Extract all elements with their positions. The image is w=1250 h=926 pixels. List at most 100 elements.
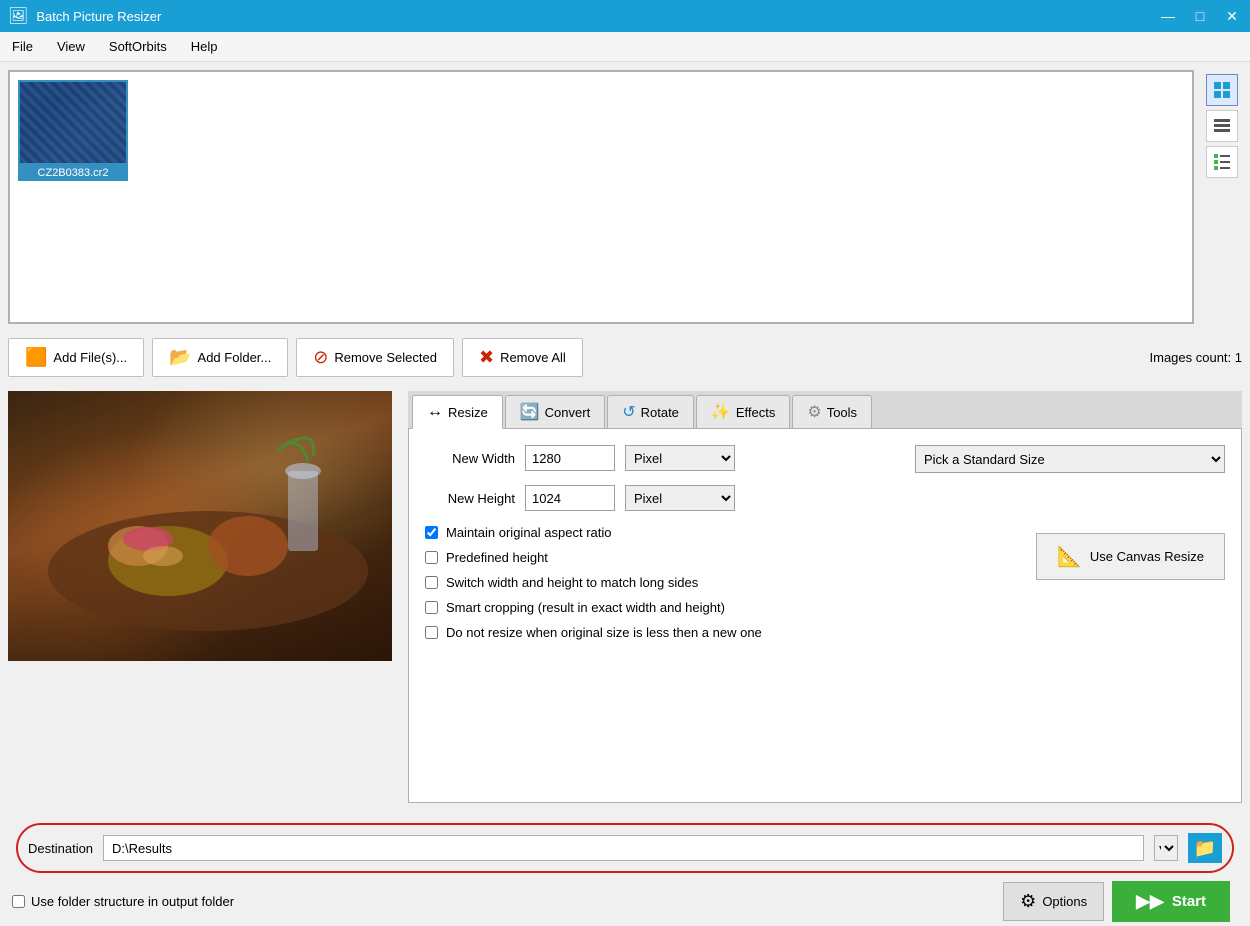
noresize-checkbox[interactable] <box>425 626 438 639</box>
convert-icon: 🔄 <box>520 402 540 422</box>
tab-convert[interactable]: 🔄 Convert <box>505 395 605 428</box>
detail-view-btn[interactable] <box>1206 146 1238 178</box>
food-background <box>8 391 392 661</box>
width-input[interactable] <box>525 445 615 471</box>
menu-bar: File View SoftOrbits Help <box>0 32 1250 62</box>
tab-tools[interactable]: ⚙ Tools <box>792 395 872 428</box>
height-input[interactable] <box>525 485 615 511</box>
switch-checkbox[interactable] <box>425 576 438 589</box>
checkbox-noresize: Do not resize when original size is less… <box>425 625 1016 640</box>
action-buttons: ⚙ Options ▶▶ Start <box>1003 881 1230 922</box>
height-checkbox[interactable] <box>425 551 438 564</box>
menu-view[interactable]: View <box>53 37 89 56</box>
resize-icon: ↔ <box>427 403 443 421</box>
aspect-label: Maintain original aspect ratio <box>446 525 611 540</box>
canvas-resize-button[interactable]: 📐 Use Canvas Resize <box>1036 533 1225 580</box>
maximize-button[interactable]: □ <box>1190 8 1210 25</box>
add-files-icon: 🟧 <box>25 347 47 368</box>
destination-dropdown[interactable]: ▾ <box>1154 835 1178 861</box>
menu-file[interactable]: File <box>8 37 37 56</box>
add-folder-button[interactable]: 📂 Add Folder... <box>152 338 288 377</box>
tabs: ↔ Resize 🔄 Convert ↺ Rotate ✨ Effects ⚙ <box>408 391 1242 429</box>
width-label: New Width <box>425 451 515 466</box>
start-icon: ▶▶ <box>1136 891 1164 912</box>
destination-label: Destination <box>28 841 93 856</box>
close-button[interactable]: ✕ <box>1222 8 1242 25</box>
settings-content: New Width Pixel % cm inch New Height <box>408 429 1242 803</box>
destination-bar: Destination ▾ 📁 <box>16 823 1234 873</box>
effects-icon: ✨ <box>711 402 731 422</box>
main-content: CZ2B0383.cr2 🟧 Add File(s)... 📂 Add Fold… <box>0 62 1250 926</box>
tab-rotate[interactable]: ↺ Rotate <box>607 395 694 428</box>
image-list-area: CZ2B0383.cr2 <box>0 62 1250 332</box>
destination-input[interactable] <box>103 835 1144 861</box>
canvas-icon: 📐 <box>1057 544 1082 569</box>
width-section: New Width Pixel % cm inch New Height <box>425 445 1225 525</box>
title-bar-left: 🖼 Batch Picture Resizer <box>8 6 161 26</box>
height-label: Predefined height <box>446 550 548 565</box>
image-thumbnail <box>18 80 128 165</box>
menu-softorbits[interactable]: SoftOrbits <box>105 37 171 56</box>
crop-label: Smart cropping (result in exact width an… <box>446 600 725 615</box>
image-grid[interactable]: CZ2B0383.cr2 <box>8 70 1194 324</box>
start-label: Start <box>1172 893 1206 910</box>
options-button[interactable]: ⚙ Options <box>1003 882 1104 921</box>
start-button[interactable]: ▶▶ Start <box>1112 881 1230 922</box>
height-row: New Height Pixel % cm inch <box>425 485 899 511</box>
minimize-button[interactable]: — <box>1158 8 1178 25</box>
checkbox-aspect: Maintain original aspect ratio <box>425 525 1016 540</box>
menu-help[interactable]: Help <box>187 37 222 56</box>
rotate-icon: ↺ <box>622 402 635 422</box>
tab-resize-label: Resize <box>448 405 488 420</box>
tab-rotate-label: Rotate <box>641 405 679 420</box>
checkbox-height: Predefined height <box>425 550 1016 565</box>
checkboxes-and-canvas: Maintain original aspect ratio Predefine… <box>425 525 1225 650</box>
list-item[interactable]: CZ2B0383.cr2 <box>18 80 128 181</box>
height-unit-select[interactable]: Pixel % cm inch <box>625 485 735 511</box>
canvas-btn-section: 📐 Use Canvas Resize <box>1036 525 1225 650</box>
standard-size-select[interactable]: Pick a Standard Size <box>915 445 1225 473</box>
browse-button[interactable]: 📁 <box>1188 833 1222 863</box>
toolbar: 🟧 Add File(s)... 📂 Add Folder... ⊘ Remov… <box>0 332 1250 383</box>
preview-panel <box>0 383 400 811</box>
remove-selected-icon: ⊘ <box>313 347 328 368</box>
add-folder-icon: 📂 <box>169 347 191 368</box>
tab-effects[interactable]: ✨ Effects <box>696 395 790 428</box>
settings-panel: ↔ Resize 🔄 Convert ↺ Rotate ✨ Effects ⚙ <box>400 383 1250 811</box>
thumbnail-view-btn[interactable] <box>1206 74 1238 106</box>
app-title: Batch Picture Resizer <box>36 9 161 24</box>
right-fields: Pick a Standard Size <box>915 445 1225 473</box>
remove-all-button[interactable]: ✖ Remove All <box>462 338 583 377</box>
images-count: Images count: 1 <box>1150 350 1243 365</box>
add-folder-label: Add Folder... <box>198 350 272 365</box>
canvas-label: Use Canvas Resize <box>1090 549 1204 564</box>
title-bar-controls: — □ ✕ <box>1158 8 1242 25</box>
title-bar: 🖼 Batch Picture Resizer — □ ✕ <box>0 0 1250 32</box>
preview-image <box>8 391 392 661</box>
checkbox-switch: Switch width and height to match long si… <box>425 575 1016 590</box>
options-label: Options <box>1042 894 1087 909</box>
tab-effects-label: Effects <box>736 405 776 420</box>
width-unit-select[interactable]: Pixel % cm inch <box>625 445 735 471</box>
noresize-label: Do not resize when original size is less… <box>446 625 762 640</box>
crop-checkbox[interactable] <box>425 601 438 614</box>
bottom-row: Use folder structure in output folder ⚙ … <box>0 877 1250 926</box>
view-controls <box>1202 70 1242 324</box>
remove-selected-label: Remove Selected <box>334 350 437 365</box>
aspect-checkbox[interactable] <box>425 526 438 539</box>
tab-resize[interactable]: ↔ Resize <box>412 395 503 429</box>
folder-structure-checkbox[interactable] <box>12 895 25 908</box>
add-files-label: Add File(s)... <box>53 350 127 365</box>
list-view-btn[interactable] <box>1206 110 1238 142</box>
switch-label: Switch width and height to match long si… <box>446 575 698 590</box>
checkboxes-section: Maintain original aspect ratio Predefine… <box>425 525 1016 650</box>
folder-structure-label: Use folder structure in output folder <box>31 894 234 909</box>
image-filename: CZ2B0383.cr2 <box>18 165 128 181</box>
remove-selected-button[interactable]: ⊘ Remove Selected <box>296 338 454 377</box>
add-files-button[interactable]: 🟧 Add File(s)... <box>8 338 144 377</box>
content-row: ↔ Resize 🔄 Convert ↺ Rotate ✨ Effects ⚙ <box>0 383 1250 811</box>
app-icon: 🖼 <box>8 6 28 26</box>
remove-all-icon: ✖ <box>479 347 494 368</box>
destination-section: Destination ▾ 📁 <box>8 815 1242 877</box>
options-icon: ⚙ <box>1020 891 1036 912</box>
